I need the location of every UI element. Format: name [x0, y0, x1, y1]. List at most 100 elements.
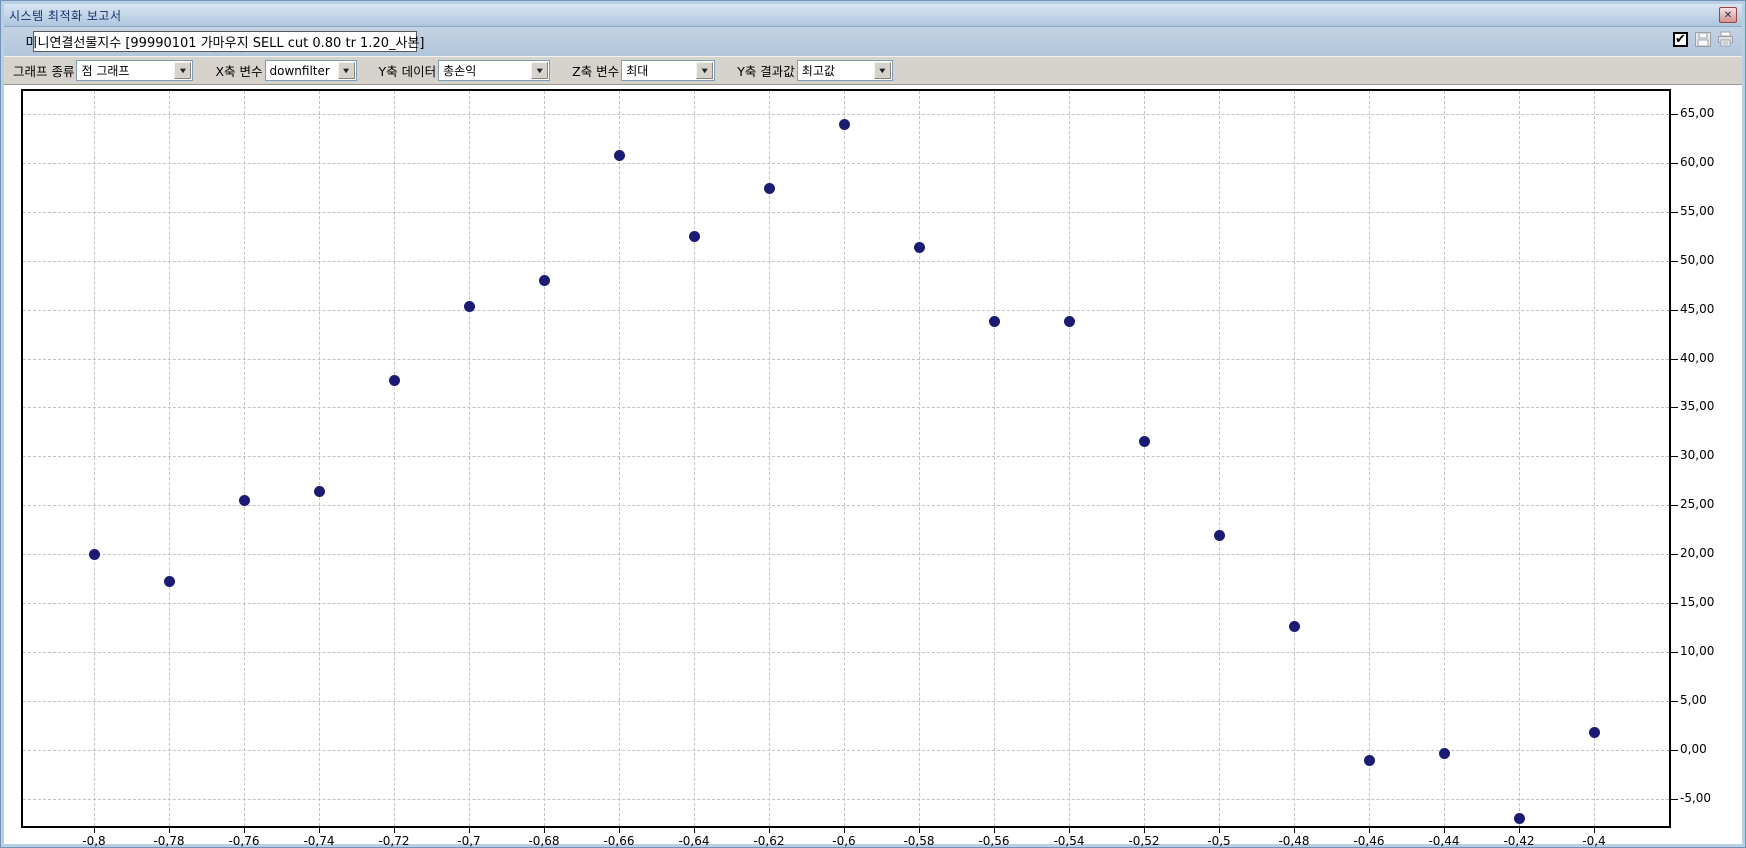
- chevron-down-icon[interactable]: ▼: [338, 62, 355, 79]
- horizontal-gridline: [23, 310, 1669, 311]
- x-tick-label: -0,52: [1117, 834, 1171, 848]
- x-axis-tick: [1069, 828, 1070, 833]
- y-tick-label: 30,00: [1680, 448, 1740, 462]
- y-axis-tick: [1671, 310, 1678, 311]
- vertical-gridline: [1444, 91, 1445, 826]
- vertical-gridline: [619, 91, 620, 826]
- horizontal-gridline: [23, 359, 1669, 360]
- horizontal-gridline: [23, 652, 1669, 653]
- horizontal-gridline: [23, 114, 1669, 115]
- horizontal-gridline: [23, 603, 1669, 604]
- y-tick-label: 0,00: [1680, 742, 1740, 756]
- data-point: [314, 486, 325, 497]
- x-axis-tick: [1594, 828, 1595, 833]
- y-tick-label: 60,00: [1680, 155, 1740, 169]
- x-axis-tick: [769, 828, 770, 833]
- data-point: [914, 242, 925, 253]
- horizontal-gridline: [23, 261, 1669, 262]
- z-axis-variable-control: Z축 변수 최대 ▼: [572, 60, 715, 81]
- vertical-gridline: [169, 91, 170, 826]
- x-tick-label: -0,42: [1492, 834, 1546, 848]
- data-point: [1064, 316, 1075, 327]
- y-axis-result-select[interactable]: 최고값 ▼: [797, 60, 893, 81]
- y-axis-tick: [1671, 261, 1678, 262]
- z-axis-variable-select[interactable]: 최대 ▼: [621, 60, 715, 81]
- horizontal-gridline: [23, 799, 1669, 800]
- vertical-gridline: [769, 91, 770, 826]
- data-point: [1439, 748, 1450, 759]
- optimization-report-window: 시스템 최적화 보고서 ✕ 미니연결선물지수 [99990101 가마우지 SE…: [0, 0, 1746, 848]
- x-tick-label: -0,46: [1342, 834, 1396, 848]
- x-axis-tick: [1219, 828, 1220, 833]
- x-tick-label: -0,74: [292, 834, 346, 848]
- plot-inner: [23, 91, 1669, 826]
- vertical-gridline: [94, 91, 95, 826]
- data-point: [1214, 530, 1225, 541]
- y-tick-label: 50,00: [1680, 253, 1740, 267]
- close-button[interactable]: ✕: [1719, 7, 1737, 23]
- y-axis-tick: [1671, 554, 1678, 555]
- data-point: [464, 301, 475, 312]
- vertical-gridline: [694, 91, 695, 826]
- chevron-down-icon[interactable]: ▼: [174, 62, 191, 79]
- data-point: [239, 495, 250, 506]
- chevron-down-icon[interactable]: ▼: [531, 62, 548, 79]
- data-point: [689, 231, 700, 242]
- y-axis-data-value: 총손익: [439, 62, 531, 79]
- vertical-gridline: [919, 91, 920, 826]
- vertical-gridline: [1294, 91, 1295, 826]
- x-tick-label: -0,5: [1192, 834, 1246, 848]
- y-axis-tick: [1671, 212, 1678, 213]
- vertical-gridline: [1144, 91, 1145, 826]
- horizontal-gridline: [23, 750, 1669, 751]
- x-axis-variable-select[interactable]: downfilter ▼: [265, 60, 357, 81]
- y-tick-label: 35,00: [1680, 399, 1740, 413]
- y-tick-label: 20,00: [1680, 546, 1740, 560]
- x-axis-tick: [1369, 828, 1370, 833]
- x-axis-tick: [1519, 828, 1520, 833]
- data-point: [1139, 436, 1150, 447]
- report-header: 미니연결선물지수 [99990101 가마우지 SELL cut 0.80 tr…: [4, 27, 1742, 56]
- z-axis-variable-label: Z축 변수: [572, 61, 619, 80]
- x-axis-variable-label: X축 변수: [215, 61, 262, 80]
- report-checkbox[interactable]: ✔: [1673, 32, 1688, 47]
- graph-type-select[interactable]: 점 그래프 ▼: [76, 60, 193, 81]
- x-tick-label: -0,64: [667, 834, 721, 848]
- x-tick-label: -0,72: [367, 834, 421, 848]
- data-point: [1589, 727, 1600, 738]
- chevron-down-icon[interactable]: ▼: [874, 62, 891, 79]
- vertical-gridline: [1369, 91, 1370, 826]
- horizontal-gridline: [23, 505, 1669, 506]
- y-axis-tick: [1671, 603, 1678, 604]
- y-axis-data-select[interactable]: 총손익 ▼: [438, 60, 550, 81]
- floppy-icon: [1695, 32, 1711, 47]
- data-point: [1364, 755, 1375, 766]
- print-button[interactable]: [1717, 31, 1734, 47]
- data-point: [389, 375, 400, 386]
- vertical-gridline: [544, 91, 545, 826]
- y-axis-tick: [1671, 799, 1678, 800]
- x-axis-tick: [1294, 828, 1295, 833]
- data-point: [614, 150, 625, 161]
- graph-type-value: 점 그래프: [77, 62, 174, 79]
- chevron-down-icon[interactable]: ▼: [696, 62, 713, 79]
- report-title-field: 미니연결선물지수 [99990101 가마우지 SELL cut 0.80 tr…: [33, 31, 417, 52]
- vertical-gridline: [469, 91, 470, 826]
- y-tick-label: 15,00: [1680, 595, 1740, 609]
- data-point: [1289, 621, 1300, 632]
- x-tick-label: -0,4: [1567, 834, 1621, 848]
- graph-type-label: 그래프 종류: [13, 61, 74, 80]
- x-axis-tick: [994, 828, 995, 833]
- save-button[interactable]: [1694, 31, 1711, 47]
- z-axis-variable-value: 최대: [622, 62, 696, 79]
- x-tick-label: -0,68: [517, 834, 571, 848]
- y-axis-result-value: 최고값: [798, 62, 874, 79]
- y-axis-result-control: Y축 결과값 최고값 ▼: [737, 60, 893, 81]
- horizontal-gridline: [23, 163, 1669, 164]
- horizontal-gridline: [23, 212, 1669, 213]
- x-axis-tick: [319, 828, 320, 833]
- x-tick-label: -0,76: [217, 834, 271, 848]
- vertical-gridline: [319, 91, 320, 826]
- header-icons: ✔: [1673, 31, 1734, 47]
- vertical-gridline: [1069, 91, 1070, 826]
